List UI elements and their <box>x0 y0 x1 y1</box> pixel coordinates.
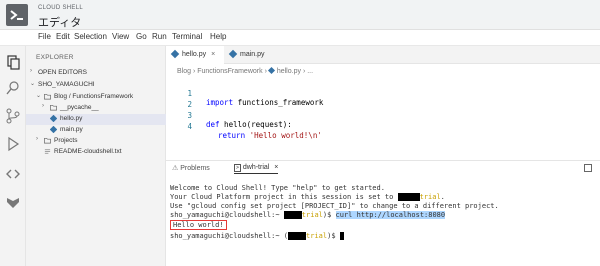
menu-bar: File Edit Selection View Go Run Terminal… <box>0 30 600 46</box>
sidebar-item-folder[interactable]: › Projects <box>26 136 166 147</box>
warning-icon: ⚠ <box>172 165 179 172</box>
open-editors-section[interactable]: › OPEN EDITORS <box>26 68 166 79</box>
breadcrumb: Blog › FunctionsFramework › hello.py › .… <box>177 66 314 75</box>
cloud-code-icon[interactable] <box>5 194 21 210</box>
chevron-down-icon: ⌄ <box>30 81 36 87</box>
python-file-icon <box>170 49 180 59</box>
terminal-cursor <box>339 232 344 240</box>
code-icon[interactable] <box>5 166 21 182</box>
python-file-icon <box>50 115 57 122</box>
folder-icon <box>50 104 57 111</box>
code-editor: hello.py × main.py Blog › FunctionsFramew… <box>166 46 600 160</box>
app-title: エディタ <box>38 17 82 29</box>
tab-main-py[interactable]: main.py <box>224 46 280 64</box>
chevron-right-icon: › <box>30 68 32 74</box>
panel-tabs: ⚠ Problems > dwh-trial × <box>166 161 600 177</box>
app-subtitle: CLOUD SHELL <box>38 5 83 11</box>
source-control-icon[interactable] <box>5 108 21 124</box>
code-line[interactable]: 1 import functions_framework <box>166 80 600 107</box>
text-file-icon <box>44 149 51 154</box>
menu-go[interactable]: Go <box>136 32 147 41</box>
run-debug-icon[interactable] <box>5 136 21 152</box>
code-line[interactable]: 4 return 'Hello world!\n' <box>166 113 600 140</box>
explorer-icon[interactable] <box>5 54 21 70</box>
highlighted-output-box: Hello world! <box>170 220 227 230</box>
tab-problems[interactable]: ⚠ Problems <box>172 164 210 172</box>
code-line[interactable]: 3 def hello(request): <box>166 102 600 129</box>
menu-terminal[interactable]: Terminal <box>172 32 202 41</box>
explorer-sidebar: EXPLORER › OPEN EDITORS ⌄ SHO_YAMAGUCHI … <box>26 46 166 266</box>
code-line[interactable]: 2 <box>166 91 600 109</box>
cloud-shell-logo-icon <box>6 4 28 26</box>
terminal-icon: > <box>234 164 241 172</box>
menu-selection[interactable]: Selection <box>74 32 107 41</box>
terminal-output: Hello world! <box>170 220 227 231</box>
sidebar-item-file[interactable]: hello.py <box>26 114 166 125</box>
chevron-down-icon: ⌄ <box>36 93 42 99</box>
activity-bar <box>0 46 26 266</box>
close-icon[interactable]: × <box>211 51 215 58</box>
maximize-panel-icon[interactable] <box>584 164 592 172</box>
chevron-right-icon: › <box>36 136 38 142</box>
redacted-block <box>288 232 307 240</box>
chevron-right-icon: › <box>42 103 44 109</box>
tab-hello-py[interactable]: hello.py × <box>166 46 224 64</box>
folder-icon <box>44 93 51 100</box>
sidebar-item-folder[interactable]: ⌄ Blog / FunctionsFramework <box>26 92 166 103</box>
terminal-panel: ⚠ Problems > dwh-trial × Welcome to Clou… <box>166 160 600 266</box>
menu-file[interactable]: File <box>38 32 51 41</box>
editor-tabs: hello.py × main.py <box>166 46 600 64</box>
python-file-icon <box>50 126 57 133</box>
close-icon[interactable]: × <box>274 164 278 171</box>
tab-terminal[interactable]: > dwh-trial × <box>234 164 279 174</box>
redacted-block <box>397 193 420 201</box>
terminal-line[interactable]: sho_yamaguchi@cloudshell:~ (trial)$ <box>170 232 344 242</box>
search-icon[interactable] <box>5 80 21 96</box>
highlighted-command: curl http://localhost:8080 <box>335 211 446 219</box>
sidebar-item-folder[interactable]: › __pycache__ <box>26 103 166 114</box>
menu-edit[interactable]: Edit <box>56 32 70 41</box>
folder-icon <box>44 137 51 144</box>
redacted-block <box>283 211 302 219</box>
sidebar-item-file[interactable]: main.py <box>26 125 166 136</box>
menu-help[interactable]: Help <box>210 32 226 41</box>
explorer-header: EXPLORER <box>36 54 74 61</box>
menu-run[interactable]: Run <box>152 32 167 41</box>
python-file-icon <box>228 49 238 59</box>
sidebar-item-file[interactable]: README-cloudshell.txt <box>26 147 166 158</box>
app-header: CLOUD SHELL エディタ <box>0 0 600 30</box>
menu-view[interactable]: View <box>112 32 129 41</box>
workspace-root[interactable]: ⌄ SHO_YAMAGUCHI <box>26 80 166 91</box>
